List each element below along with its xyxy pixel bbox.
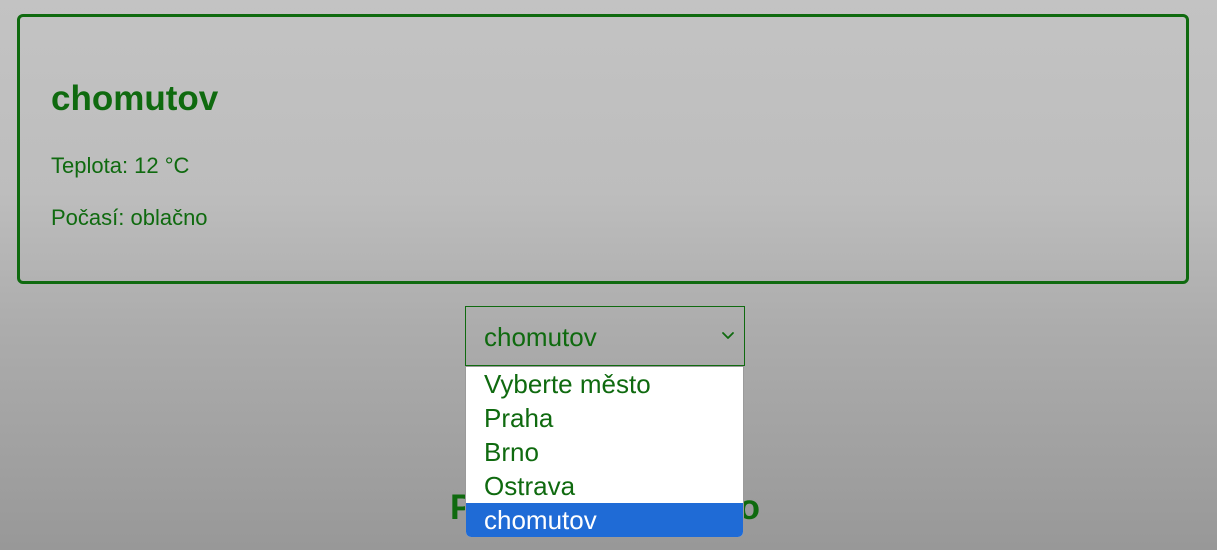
chevron-down-icon — [722, 332, 734, 339]
city-select[interactable]: chomutov — [465, 306, 745, 366]
dropdown-option-praha[interactable]: Praha — [466, 401, 743, 435]
weather-card: chomutov Teplota: 12 °C Počasí: oblačno — [17, 14, 1189, 284]
condition-text: Počasí: oblačno — [51, 205, 208, 230]
dropdown-option-chomutov-selected[interactable]: chomutov — [466, 503, 743, 537]
dropdown-option-ostrava[interactable]: Ostrava — [466, 469, 743, 503]
dropdown-option-vyberte-mesto[interactable]: Vyberte město — [466, 367, 743, 401]
city-select-value: chomutov — [484, 322, 597, 352]
dropdown-option-brno[interactable]: Brno — [466, 435, 743, 469]
temperature-text: Teplota: 12 °C — [51, 153, 190, 178]
city-title: chomutov — [51, 79, 219, 118]
city-dropdown-list: Vyberte město Praha Brno Ostrava chomuto… — [465, 366, 744, 538]
